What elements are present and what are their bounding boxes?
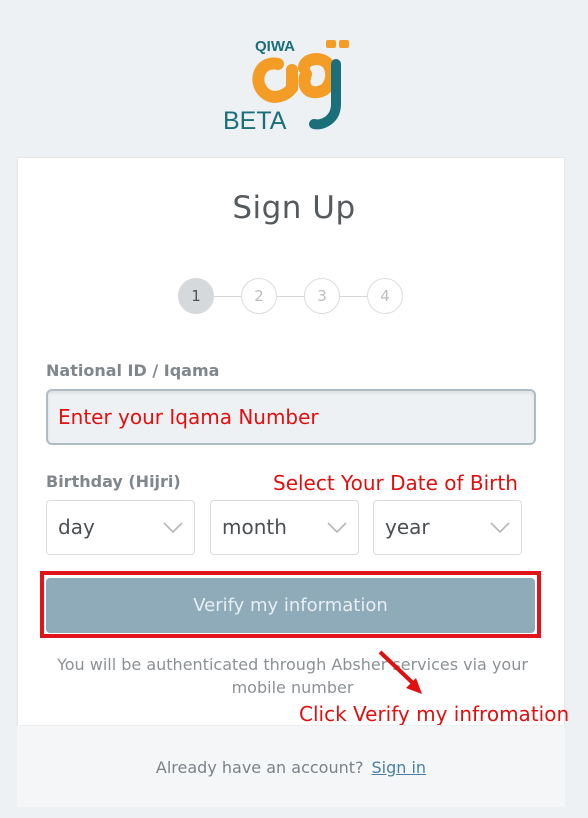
birthday-label: Birthday (Hijri) (46, 472, 181, 491)
step-connector (214, 296, 241, 297)
month-select[interactable]: month (210, 500, 359, 555)
step-1: 1 (178, 278, 214, 314)
step-2: 2 (241, 278, 277, 314)
verify-highlight-box (40, 571, 541, 638)
chevron-down-icon (163, 522, 183, 534)
arrow-icon (378, 650, 422, 694)
chevron-down-icon (490, 522, 510, 534)
logo-badge-text: BETA (223, 107, 287, 134)
annotation-dob: Select Your Date of Birth (273, 471, 518, 495)
year-select-value: year (385, 515, 430, 539)
signin-footer: Already have an account? Sign in (17, 725, 565, 807)
absher-auth-note: You will be authenticated through Absher… (57, 655, 528, 697)
year-select[interactable]: year (373, 500, 522, 555)
signin-prompt-row: Already have an account? Sign in (17, 758, 565, 777)
page-title: Sign Up (232, 190, 356, 226)
step-4: 4 (367, 278, 403, 314)
signin-prompt: Already have an account? (155, 758, 364, 777)
annotation-iqama: Enter your Iqama Number (58, 405, 319, 429)
step-connector (340, 296, 367, 297)
annotation-verify: Click Verify my infromation (299, 702, 570, 726)
qiwa-logo: QIWA BETA (222, 34, 362, 135)
logo-brand-text: QIWA (255, 38, 295, 55)
progress-stepper: 1 2 3 4 (178, 278, 408, 316)
chevron-down-icon (327, 522, 347, 534)
step-3: 3 (304, 278, 340, 314)
national-id-label: National ID / Iqama (46, 361, 220, 380)
day-select[interactable]: day (46, 500, 195, 555)
month-select-value: month (222, 515, 287, 539)
day-select-value: day (58, 515, 95, 539)
step-connector (277, 296, 304, 297)
signin-link[interactable]: Sign in (372, 758, 427, 777)
